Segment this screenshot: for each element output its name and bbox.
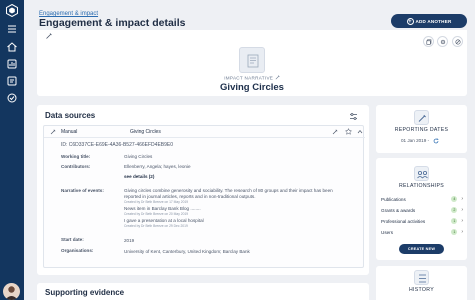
narrative-item-2: News item in Barclay Bank Blog ........ xyxy=(124,206,201,211)
relationships-panel: RELATIONSHIPS Publications 4 › Grants & … xyxy=(376,158,467,260)
filter-icon[interactable] xyxy=(349,112,358,121)
narrative-meta-1: Created by Dr Beth Breeze on 17 May 2019 xyxy=(124,200,189,204)
narrative-text-1: Giving circles combine generosity and so… xyxy=(124,188,333,193)
reports-icon[interactable] xyxy=(5,57,19,71)
page-title: Engagement & impact details xyxy=(39,17,186,29)
supporting-evidence-title: Supporting evidence xyxy=(45,288,125,297)
narrative-meta-2: Created by Dr Beth Breeze on 20 May 2019 xyxy=(124,212,189,216)
relationship-row-users[interactable]: Users 1 › xyxy=(381,227,463,237)
gear-icon xyxy=(440,39,445,44)
organisations-value: University of Kent, Canterbury, United K… xyxy=(124,249,250,254)
delete-button[interactable] xyxy=(452,36,463,47)
add-another-button[interactable]: + ADD ANOTHER xyxy=(391,14,467,28)
history-icon xyxy=(414,270,429,285)
relationships-title: RELATIONSHIPS xyxy=(398,183,445,189)
contributors-label: Contributors: xyxy=(61,164,91,169)
plus-icon: + xyxy=(406,17,414,25)
add-another-label: ADD ANOTHER xyxy=(415,18,452,24)
manual-edit-icon xyxy=(50,129,56,135)
organisations-label: Organisations: xyxy=(61,248,94,253)
history-panel: HISTORY xyxy=(376,266,467,300)
data-sources-card: Data sources Manual Giving Circles ID: C… xyxy=(37,105,369,275)
documents-icon[interactable] xyxy=(5,74,19,88)
narrative-label: Narrative of events: xyxy=(61,188,104,193)
count-badge: 2 xyxy=(451,207,458,213)
refresh-icon[interactable] xyxy=(433,138,439,144)
menu-icon[interactable] xyxy=(5,22,19,36)
relationship-label: Professional activities xyxy=(381,218,426,224)
delete-icon xyxy=(454,38,461,45)
source-name: Giving Circles xyxy=(130,129,161,135)
count-badge: 4 xyxy=(451,196,458,202)
history-title: HISTORY xyxy=(409,287,434,293)
copy-button[interactable] xyxy=(423,36,434,47)
create-new-button[interactable]: CREATE NEW xyxy=(399,244,444,254)
copy-icon xyxy=(426,39,431,45)
relationship-label: Grants & awards xyxy=(381,207,416,213)
reporting-dates-title: REPORTING DATES xyxy=(394,127,449,133)
narrative-meta-3: Created by Dr Beth Breeze on 29 Dec 2019 xyxy=(124,224,188,228)
edit-icon[interactable] xyxy=(275,75,280,80)
app-logo-icon[interactable] xyxy=(6,4,18,17)
reporting-date: 01 Jan 2019 - xyxy=(401,138,430,143)
chevron-up-icon[interactable] xyxy=(357,129,363,134)
relationship-row-grants[interactable]: Grants & awards 2 › xyxy=(381,205,463,215)
star-icon[interactable] xyxy=(345,128,352,135)
source-id: ID: C6D337CE-E69E-4A36-B527-466EFD4EB9E0 xyxy=(61,142,174,148)
tasks-icon[interactable] xyxy=(5,91,19,105)
chevron-right-icon: › xyxy=(461,196,463,202)
working-title-label: Working title: xyxy=(61,154,91,159)
see-details-link[interactable]: see details (2) xyxy=(124,174,154,179)
chevron-right-icon: › xyxy=(461,218,463,224)
relationship-label: Publications xyxy=(381,196,406,202)
supporting-evidence-card: Supporting evidence xyxy=(37,283,369,300)
relationship-label: Users xyxy=(381,229,393,235)
user-avatar[interactable] xyxy=(3,283,20,300)
hero-type-label: IMPACT NARRATIVE xyxy=(37,75,467,81)
narrative-text-2: reported in journal articles, reports an… xyxy=(124,194,256,199)
working-title-value: Giving Circles xyxy=(124,154,153,159)
chevron-right-icon: › xyxy=(461,229,463,235)
hero-name: Giving Circles xyxy=(220,82,284,93)
impact-narrative-icon xyxy=(239,47,265,73)
sidebar xyxy=(0,0,24,300)
start-date-label: Start date: xyxy=(61,237,84,242)
data-source-item: Manual Giving Circles ID: C6D337CE-E69E-… xyxy=(43,125,365,268)
chevron-right-icon: › xyxy=(461,207,463,213)
relationship-row-professional[interactable]: Professional activities 1 › xyxy=(381,216,463,226)
hero-card: IMPACT NARRATIVE Giving Circles xyxy=(37,30,467,96)
narrative-item-3: I gave a presentation at a local hospita… xyxy=(124,218,204,223)
home-icon[interactable] xyxy=(5,40,19,54)
data-sources-title: Data sources xyxy=(45,111,96,120)
data-source-header[interactable]: Manual Giving Circles xyxy=(44,126,365,138)
source-kind: Manual xyxy=(61,129,78,135)
relationship-row-publications[interactable]: Publications 4 › xyxy=(381,194,463,204)
calendar-icon xyxy=(414,110,429,125)
edit-source-icon[interactable] xyxy=(332,129,338,135)
count-badge: 1 xyxy=(451,218,458,224)
settings-button[interactable] xyxy=(437,36,448,47)
reporting-dates-panel: REPORTING DATES 01 Jan 2019 - xyxy=(376,105,467,153)
start-date-value: 2019 xyxy=(124,238,135,243)
contributors-value: Ellenberry, Angela; hayes, leonie xyxy=(124,164,191,169)
relationships-icon xyxy=(414,166,429,181)
count-badge: 1 xyxy=(451,229,458,235)
edit-link-icon[interactable] xyxy=(45,32,53,40)
